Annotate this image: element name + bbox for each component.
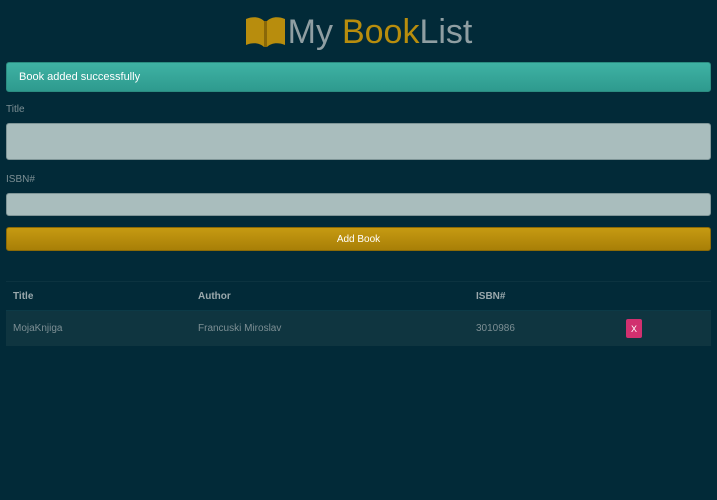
- title-book: Book: [341, 13, 420, 51]
- column-header-actions: [619, 281, 711, 311]
- title-label: Title: [6, 104, 25, 115]
- page-title: My Book List: [6, 0, 711, 62]
- table-header-row: Title Author ISBN#: [6, 281, 711, 311]
- book-list-table: Title Author ISBN# MojaKnjiga Francuski …: [6, 281, 711, 346]
- book-author-cell: Francuski Miroslav: [191, 310, 469, 346]
- title-my: My: [287, 13, 333, 51]
- isbn-input[interactable]: [6, 193, 711, 216]
- open-book-icon: [245, 15, 286, 49]
- title-input[interactable]: [6, 123, 711, 160]
- book-title-cell: MojaKnjiga: [6, 310, 191, 346]
- column-header-title: Title: [6, 281, 191, 311]
- column-header-isbn: ISBN#: [469, 281, 619, 311]
- table-row: MojaKnjiga Francuski Miroslav 3010986 X: [6, 310, 711, 346]
- page: My Book List Book added successfully Tit…: [0, 0, 717, 500]
- success-alert: Book added successfully: [6, 62, 711, 92]
- alert-message: Book added successfully: [19, 71, 141, 83]
- add-book-button[interactable]: Add Book: [6, 227, 711, 251]
- book-isbn-cell: 3010986: [469, 310, 619, 346]
- column-header-author: Author: [191, 281, 469, 311]
- add-book-form: Title ISBN# Add Book: [6, 104, 711, 251]
- isbn-label: ISBN#: [6, 174, 35, 185]
- title-list: List: [419, 13, 473, 51]
- book-actions-cell: X: [619, 310, 711, 346]
- delete-book-button[interactable]: X: [626, 319, 642, 338]
